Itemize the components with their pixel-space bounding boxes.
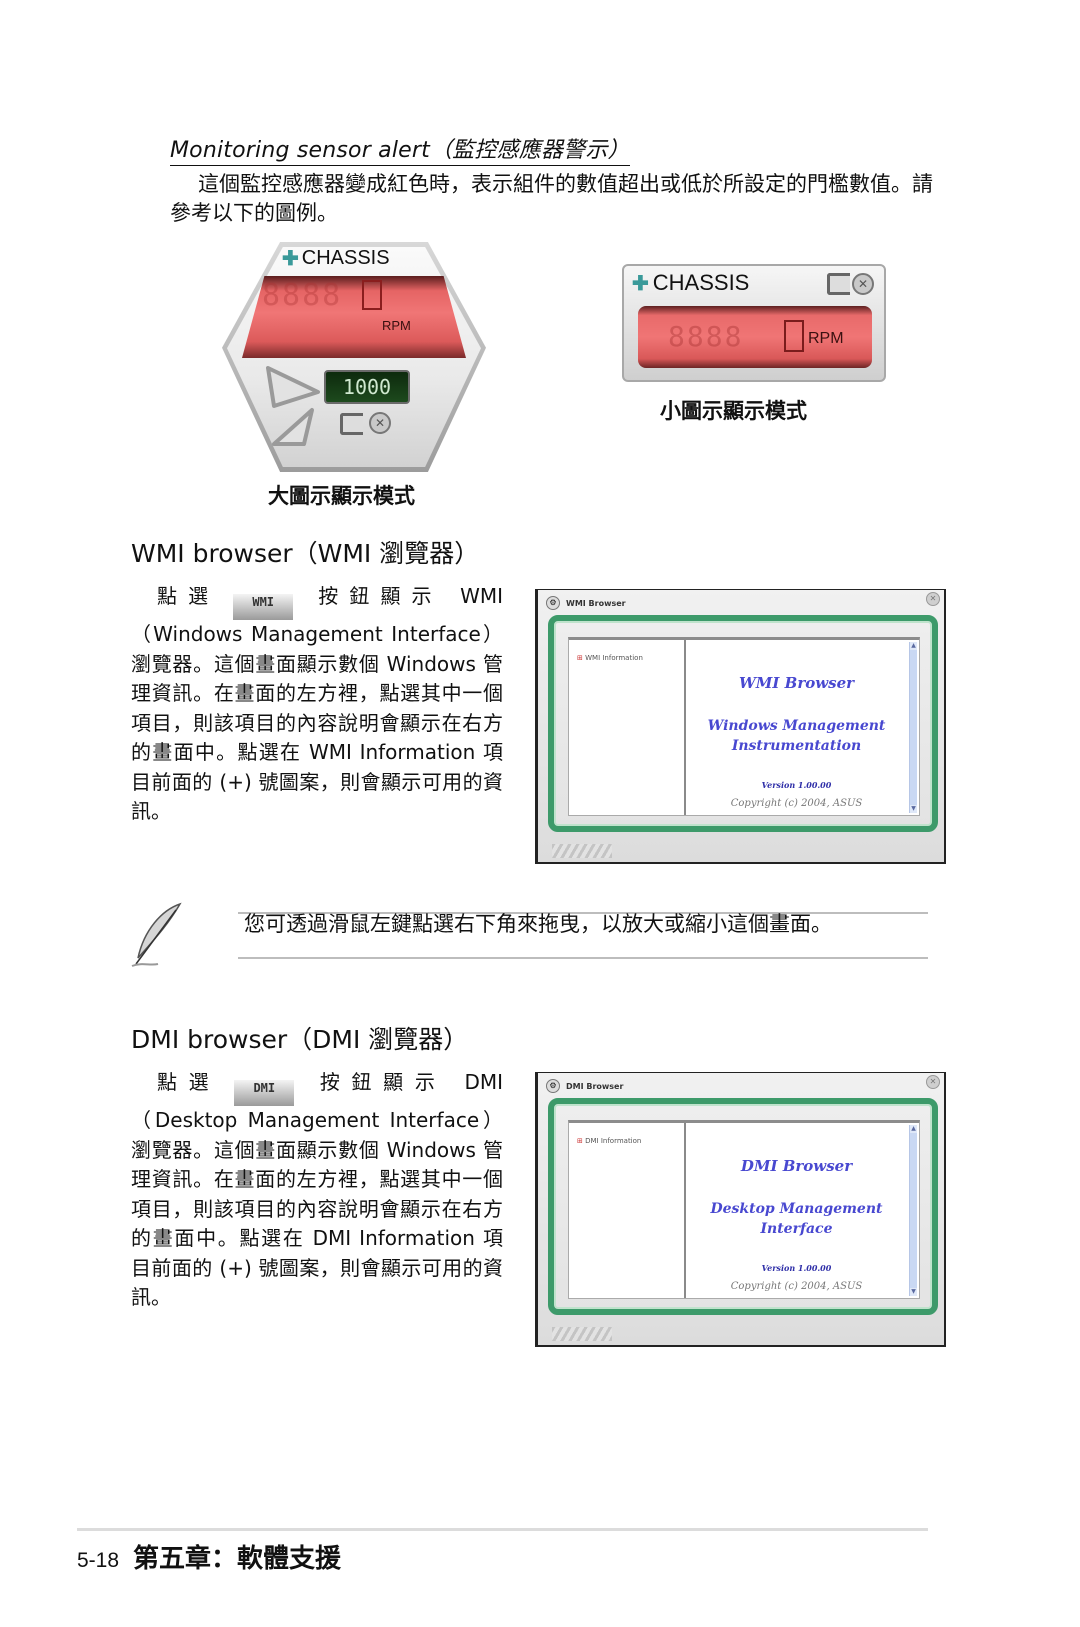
- alert-reading-display: 8888 RPM: [638, 306, 872, 368]
- wmi-button[interactable]: WMI: [233, 594, 294, 620]
- wmi-section-title: WMI browser（WMI 瀏覽器）: [131, 539, 480, 568]
- scroll-down-icon[interactable]: ▼: [910, 805, 917, 813]
- widget-header: ✚ CHASSIS: [632, 270, 749, 296]
- browser-panel: ⊞ DMI Information DMI Browser Desktop Ma…: [568, 1120, 920, 1299]
- note-text: 您可透過滑鼠左鍵點選右下角來拖曳，以放大或縮小這個畫面。: [244, 912, 832, 936]
- dmi-description: 點選 DMI 按鈕顯示 DMI（Desktop Management Interfa…: [131, 1068, 503, 1313]
- content-heading: WMI Browser: [738, 674, 855, 692]
- tree-pane: ⊞ WMI Information: [569, 640, 686, 815]
- toggle-size-icon[interactable]: [340, 413, 363, 435]
- window-titlebar: ⚙ DMI Browser: [546, 1076, 936, 1096]
- close-icon[interactable]: ✕: [369, 412, 391, 434]
- sensor-label: CHASSIS: [301, 247, 390, 269]
- large-sensor-widget[interactable]: ✚ CHASSIS 8888 RPM 1000 ✕: [222, 242, 486, 472]
- rpm-unit-label: RPM: [808, 330, 844, 347]
- content-subheading-line1: Desktop Management: [710, 1201, 883, 1217]
- threshold-display: 1000: [324, 370, 410, 404]
- window-frame: ⊞ DMI Information DMI Browser Desktop Ma…: [548, 1098, 938, 1315]
- small-widget-caption: 小圖示顯示模式: [660, 399, 807, 423]
- tree-item[interactable]: DMI Information: [585, 1137, 641, 1145]
- content-pane: WMI Browser Windows Management Instrumen…: [686, 640, 919, 815]
- close-icon[interactable]: ✕: [926, 1075, 940, 1089]
- window-title: WMI Browser: [566, 598, 626, 608]
- page-footer: 5-18 第五章：軟體支援: [77, 1538, 341, 1575]
- version-text: Version 1.00.00: [761, 1263, 832, 1273]
- rpm-unit-label: RPM: [382, 318, 411, 333]
- note-bottom-rule: [238, 957, 928, 959]
- monitoring-paragraph: 這個監控感應器變成紅色時，表示組件的數值超出或低於所設定的門檻數值。請參考以下的…: [170, 172, 933, 225]
- reading-digit-cursor: [784, 320, 804, 352]
- reading-digits: 8888: [668, 320, 744, 353]
- resize-grip[interactable]: [552, 844, 612, 858]
- dmi-browser-window: ⚙ DMI Browser ✕ ⊞ DMI Information DMI Br…: [535, 1072, 946, 1347]
- app-icon: ⚙: [546, 1079, 560, 1093]
- scroll-up-icon[interactable]: ▲: [910, 642, 917, 650]
- version-text: Version 1.00.00: [761, 780, 832, 790]
- wmi-description: 點選 WMI 按鈕顯示 WMI（Windows Management Interfa…: [131, 582, 503, 827]
- fan-icon: ✚: [282, 248, 299, 270]
- content-heading: DMI Browser: [740, 1157, 853, 1175]
- window-titlebar: ⚙ WMI Browser: [546, 593, 936, 613]
- scroll-down-icon[interactable]: ▼: [910, 1288, 917, 1296]
- toggle-size-icon[interactable]: [827, 273, 850, 295]
- window-title: DMI Browser: [566, 1081, 624, 1091]
- intro-pre: 點選: [157, 584, 220, 608]
- widget-controls: ✕: [340, 412, 391, 435]
- app-icon: ⚙: [546, 596, 560, 610]
- large-widget-caption: 大圖示顯示模式: [268, 484, 415, 508]
- content-subheading-line1: Windows Management: [707, 718, 886, 734]
- intro-post: 按鈕顯示 DMI（Desktop Management Interface）瀏覽…: [131, 1070, 504, 1309]
- adjust-arrows-icon[interactable]: [260, 360, 330, 450]
- tree-pane: ⊞ DMI Information: [569, 1123, 686, 1298]
- content-pane: DMI Browser Desktop Management Interface…: [686, 1123, 919, 1298]
- close-icon[interactable]: ✕: [852, 272, 874, 295]
- close-icon[interactable]: ✕: [926, 592, 940, 606]
- resize-grip[interactable]: [552, 1327, 612, 1341]
- monitoring-section-title: Monitoring sensor alert（監控感應器警示）: [170, 132, 630, 166]
- widget-header: ✚ CHASSIS: [282, 246, 390, 271]
- chapter-title: 第五章：軟體支援: [133, 1544, 342, 1574]
- intro-post: 按鈕顯示 WMI（Windows Management Interface）瀏覽…: [131, 584, 504, 823]
- reading-digit-cursor: [362, 280, 382, 310]
- dmi-section-title: DMI browser（DMI 瀏覽器）: [131, 1025, 469, 1054]
- reading-digits: 8888: [262, 278, 343, 313]
- small-sensor-widget[interactable]: ✚ CHASSIS ✕ 8888 RPM: [622, 264, 886, 382]
- vertical-scrollbar[interactable]: ▲ ▼: [909, 1125, 917, 1296]
- intro-pre: 點選: [157, 1070, 221, 1094]
- feather-pen-icon: [131, 902, 182, 967]
- copyright-text: Copyright (c) 2004, ASUS: [730, 1281, 863, 1292]
- vertical-scrollbar[interactable]: ▲ ▼: [909, 642, 917, 813]
- widget-controls: ✕: [827, 272, 874, 295]
- fan-icon: ✚: [632, 272, 649, 295]
- dmi-button[interactable]: DMI: [234, 1080, 295, 1106]
- sensor-label: CHASSIS: [652, 270, 750, 295]
- footer-rule: [77, 1528, 928, 1531]
- expand-icon[interactable]: ⊞: [577, 654, 583, 662]
- expand-icon[interactable]: ⊞: [577, 1137, 583, 1145]
- window-frame: ⊞ WMI Information WMI Browser Windows Ma…: [548, 615, 938, 832]
- content-subheading-line2: Interface: [760, 1221, 833, 1237]
- page-number: 5-18: [77, 1549, 120, 1572]
- wmi-browser-window: ⚙ WMI Browser ✕ ⊞ WMI Information WMI Br…: [535, 589, 946, 864]
- scroll-up-icon[interactable]: ▲: [910, 1125, 917, 1133]
- content-subheading-line2: Instrumentation: [731, 738, 862, 754]
- tree-item[interactable]: WMI Information: [585, 654, 643, 662]
- copyright-text: Copyright (c) 2004, ASUS: [730, 798, 863, 809]
- browser-panel: ⊞ WMI Information WMI Browser Windows Ma…: [568, 637, 920, 816]
